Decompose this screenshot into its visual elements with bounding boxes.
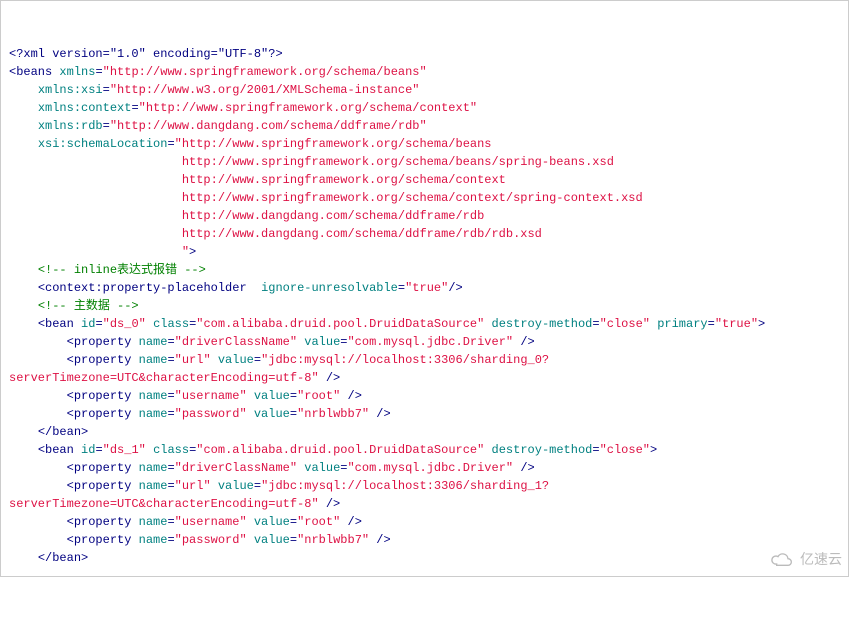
xml-code-block: <?xml version="1.0" encoding="UTF-8"?><b…	[9, 45, 840, 567]
